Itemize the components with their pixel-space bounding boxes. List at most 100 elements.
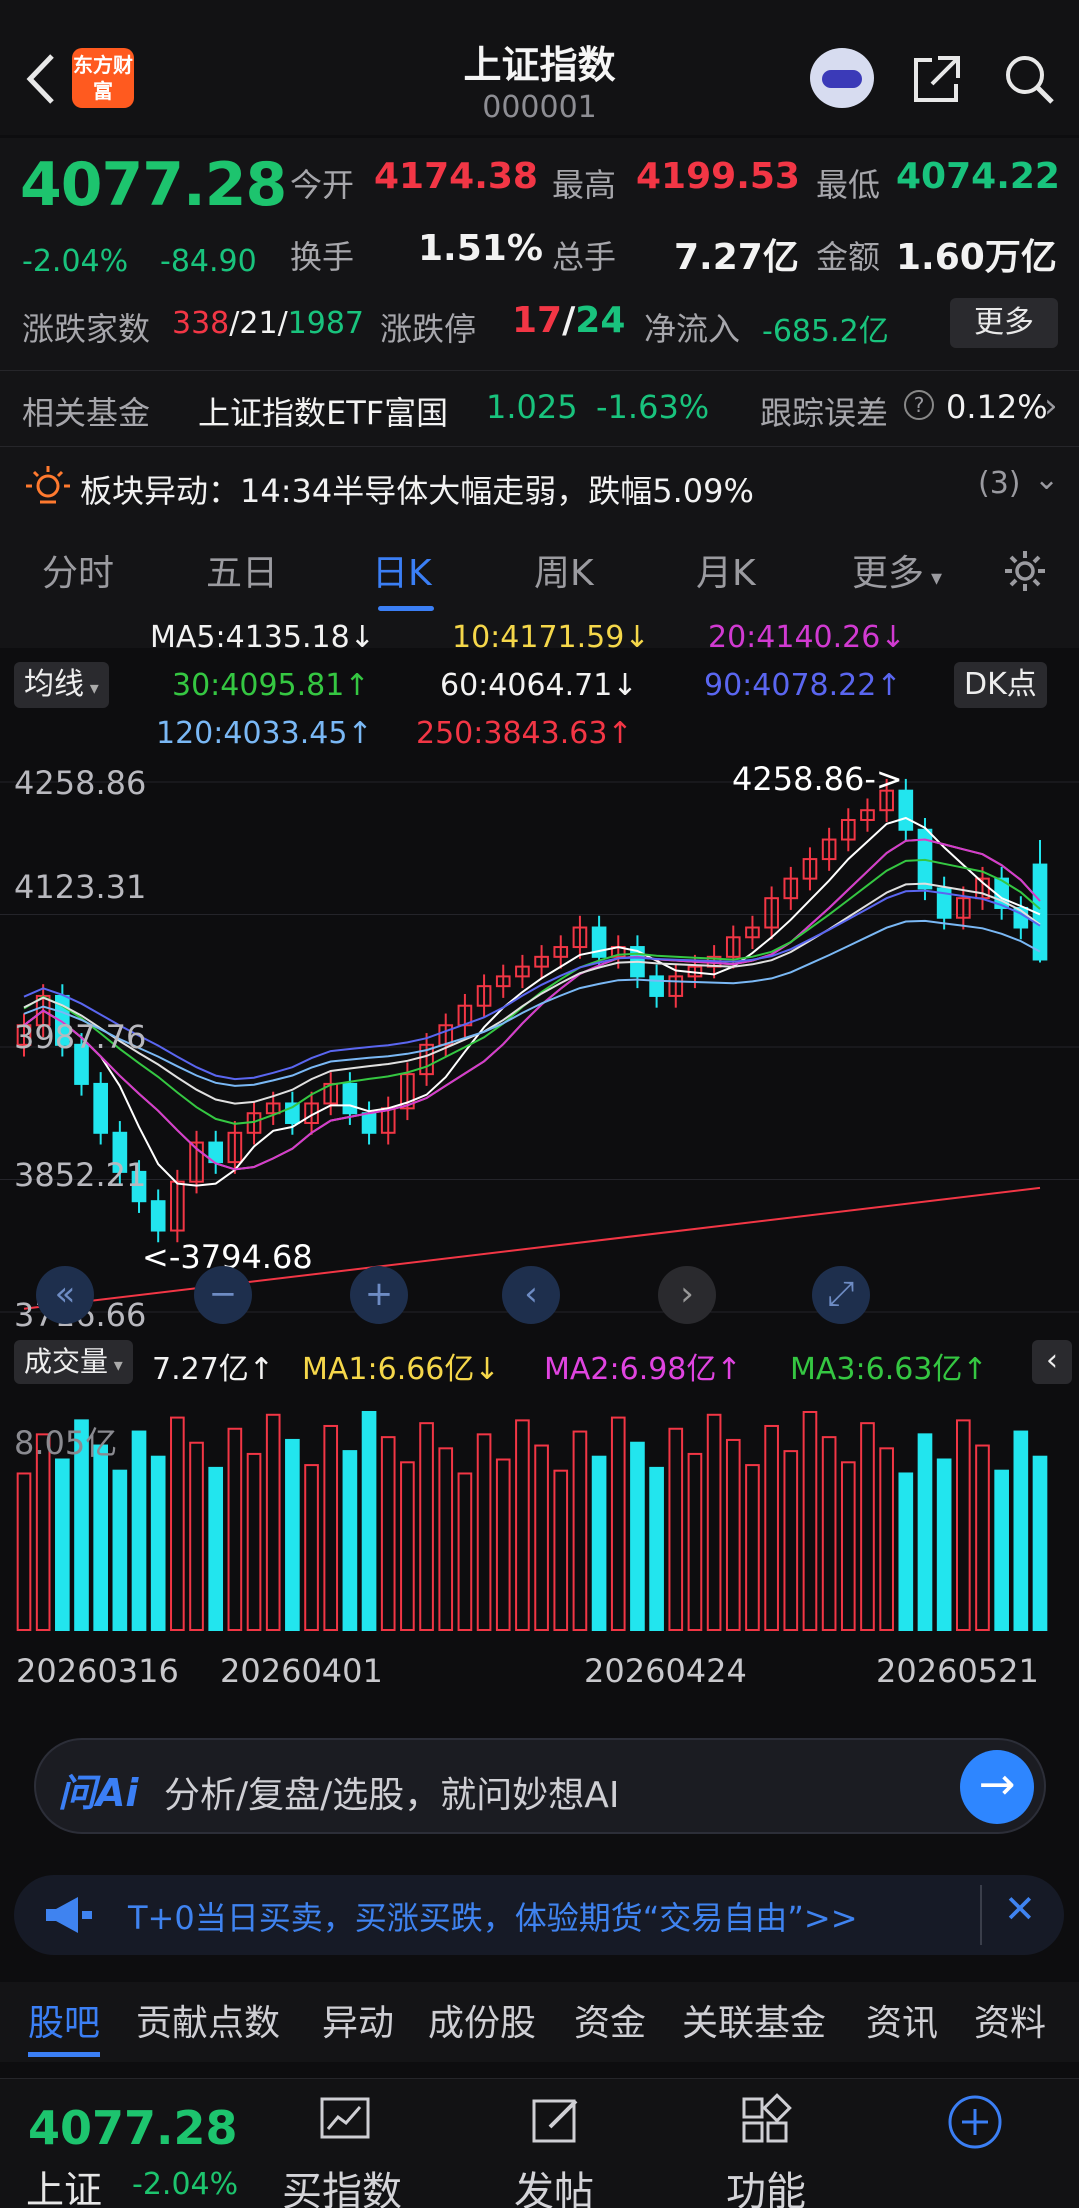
ma250-value: 250:3843.63↑ — [416, 716, 633, 751]
ai-robot-icon[interactable] — [810, 48, 874, 108]
volume-bar — [55, 1458, 70, 1631]
fund-price: 1.025 — [486, 388, 578, 426]
volume-bar — [553, 1469, 569, 1631]
active-tab-indicator — [378, 606, 434, 611]
tab-components[interactable]: 成份股 — [428, 1994, 536, 2046]
sector-alert[interactable]: 板块异动：14:34半导体大幅走弱，跌幅5.09% — [80, 466, 754, 512]
tab-more[interactable]: 更多 ▾ — [852, 544, 942, 596]
ai-input[interactable]: 分析/复盘/选股，就问妙想AI — [164, 1766, 620, 1818]
volume-bar — [936, 1458, 952, 1631]
indicator-select[interactable]: 成交量 ▾ — [14, 1340, 133, 1384]
zoom-out-icon[interactable]: − — [194, 1266, 252, 1324]
ma60-value: 60:4064.71↓ — [440, 668, 638, 703]
volume-bar — [955, 1419, 971, 1632]
candle — [150, 1200, 166, 1232]
ma30-line — [23, 858, 1041, 1125]
volume-bar — [246, 1452, 262, 1632]
gear-icon[interactable] — [1002, 548, 1048, 594]
tab-monthly-k[interactable]: 月K — [696, 544, 756, 596]
volume-chart[interactable] — [0, 1390, 1079, 1632]
more-button[interactable]: 更多 — [950, 298, 1058, 348]
breadth-label: 涨跌家数 — [22, 310, 151, 348]
post-button[interactable]: 发帖 — [514, 2159, 594, 2208]
volume-bar — [476, 1433, 492, 1631]
chart-icon[interactable] — [318, 2093, 372, 2147]
tab-daily-k[interactable]: 日K — [372, 544, 432, 596]
volume-bar — [342, 1450, 358, 1631]
high-marker: 4258.86-> — [732, 760, 903, 798]
chevron-right-icon[interactable]: › — [658, 1266, 716, 1324]
content-tabs: 股吧 贡献点数 异动 成份股 资金 关联基金 资讯 资料 — [0, 1982, 1079, 2062]
tracking-value: 0.12% — [946, 388, 1048, 426]
tab-contribution[interactable]: 贡献点数 — [136, 1994, 280, 2046]
chevron-right-icon[interactable]: › — [1044, 386, 1058, 426]
volume-bar — [610, 1416, 626, 1632]
date-label: 20260316 — [16, 1652, 179, 1690]
volume-bar — [975, 1444, 990, 1631]
candle — [93, 1082, 109, 1134]
volume-value: 7.27亿 — [674, 237, 799, 278]
fund-change: -1.63% — [596, 388, 710, 426]
volume-bar — [745, 1464, 760, 1631]
arrow-right-icon[interactable]: → — [960, 1750, 1034, 1824]
volume-bar — [457, 1472, 473, 1632]
collapse-icon[interactable]: ‹ — [1032, 1340, 1072, 1384]
fund-name[interactable]: 上证指数ETF富国 — [198, 388, 448, 434]
chevron-down-icon[interactable]: ⌄ — [1034, 462, 1059, 497]
volume-bar — [150, 1455, 166, 1632]
volume-bar — [840, 1461, 856, 1631]
divider — [0, 446, 1079, 447]
vol-ma3: MA3:6.63亿↑ — [790, 1352, 988, 1387]
zoom-in-icon[interactable]: + — [350, 1266, 408, 1324]
y-tick-top: 4258.86 — [14, 764, 147, 802]
share-icon[interactable] — [910, 52, 964, 106]
tab-movement[interactable]: 异动 — [322, 1994, 394, 2046]
y-tick-4: 3852.21 — [14, 1156, 147, 1194]
volume-bar — [189, 1441, 204, 1631]
buy-index-button[interactable]: 买指数 — [282, 2159, 402, 2208]
lightbulb-icon — [26, 466, 70, 504]
ma60-line — [23, 882, 1041, 1105]
dk-button[interactable]: DK点 — [954, 662, 1047, 708]
volume-bar — [860, 1422, 875, 1631]
tab-weekly-k[interactable]: 周K — [534, 544, 594, 596]
low-label: 最低 — [816, 166, 881, 204]
chevron-left-icon[interactable]: ‹ — [502, 1266, 560, 1324]
ma30-value: 30:4095.81↑ — [172, 668, 370, 703]
search-icon[interactable] — [1002, 52, 1056, 106]
edit-icon[interactable] — [530, 2093, 584, 2147]
candle — [361, 1112, 377, 1134]
add-icon[interactable] — [946, 2093, 1004, 2151]
volume-bar — [380, 1436, 396, 1632]
date-label: 20260401 — [220, 1652, 383, 1690]
alert-count: (3) — [978, 466, 1021, 501]
vol-axis-max: 8.05亿 — [14, 1424, 118, 1462]
close-icon[interactable]: ✕ — [1004, 1887, 1036, 1931]
volume-bar — [1032, 1455, 1048, 1632]
tab-five-day[interactable]: 五日 — [206, 544, 278, 596]
grid-icon[interactable] — [738, 2093, 792, 2147]
tab-profile[interactable]: 资料 — [974, 1994, 1046, 2046]
tab-news[interactable]: 资讯 — [866, 1994, 938, 2046]
limit-label: 涨跌停 — [380, 310, 477, 348]
rewind-icon[interactable]: « — [36, 1266, 94, 1324]
amount-value: 1.60万亿 — [896, 237, 1057, 278]
volume-bar — [265, 1413, 281, 1631]
help-icon[interactable]: ? — [904, 390, 934, 420]
function-button[interactable]: 功能 — [726, 2159, 806, 2208]
tab-related-funds[interactable]: 关联基金 — [682, 1994, 826, 2046]
volume-bar — [783, 1450, 799, 1631]
tab-intraday[interactable]: 分时 — [42, 544, 114, 596]
ma10-line — [23, 838, 1041, 1171]
vol-ma1: MA1:6.66亿↓ — [302, 1352, 500, 1387]
ma-mode-select[interactable]: 均线 ▾ — [14, 662, 109, 708]
high-label: 最高 — [552, 166, 617, 204]
ai-search-bar[interactable]: 问Ai 分析/复盘/选股，就问妙想AI → — [34, 1738, 1046, 1834]
volume-bar — [304, 1464, 319, 1631]
volume-bar — [170, 1416, 185, 1632]
tab-guba[interactable]: 股吧 — [28, 1994, 100, 2046]
promo-banner[interactable]: T+0当日买卖，买涨买跌，体验期货“交易自由”>> ✕ — [14, 1875, 1064, 1955]
fullscreen-icon[interactable]: ⤢ — [812, 1266, 870, 1324]
tracking-label: 跟踪误差 — [760, 394, 889, 432]
tab-capital[interactable]: 资金 — [574, 1994, 646, 2046]
